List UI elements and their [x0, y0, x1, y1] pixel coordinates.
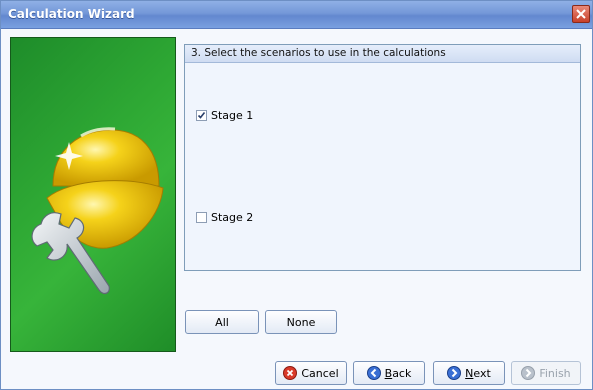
next-button[interactable]: Next	[433, 361, 505, 385]
back-label: Back	[384, 366, 412, 380]
stage-2-label: Stage 2	[211, 211, 254, 224]
blue-left-arrow-icon	[366, 366, 381, 380]
stage-2-checkbox[interactable]	[196, 212, 207, 223]
hard-hat-wrench-icon	[31, 127, 164, 295]
finish-button[interactable]: Finish	[511, 361, 581, 385]
wizard-banner-image	[10, 37, 176, 352]
blue-right-arrow-icon	[447, 366, 462, 380]
gray-right-arrow-icon	[521, 366, 536, 380]
back-button[interactable]: Back	[353, 361, 425, 385]
select-all-label: All	[215, 315, 229, 329]
window-title: Calculation Wizard	[8, 7, 135, 21]
cancel-label: Cancel	[301, 366, 339, 380]
cancel-button[interactable]: Cancel	[275, 361, 347, 385]
panel-header: 3. Select the scenarios to use in the ca…	[185, 45, 580, 63]
wizard-window: Calculation Wizard 3. Select the scenari…	[0, 0, 593, 390]
stage-2-option[interactable]: Stage 2	[196, 211, 253, 224]
red-x-icon	[283, 366, 298, 380]
step-title: 3. Select the scenarios to use in the ca…	[191, 47, 446, 59]
stage-1-checkbox[interactable]	[196, 110, 207, 121]
close-button[interactable]	[572, 5, 590, 23]
finish-label: Finish	[539, 366, 571, 380]
scenario-selection-panel: 3. Select the scenarios to use in the ca…	[184, 44, 581, 271]
checkmark-icon	[197, 112, 206, 119]
title-bar[interactable]: Calculation Wizard	[1, 1, 592, 29]
next-label: Next	[465, 366, 491, 380]
select-none-label: None	[286, 315, 316, 329]
stage-1-option[interactable]: Stage 1	[196, 109, 253, 122]
close-icon	[576, 9, 586, 19]
stage-1-label: Stage 1	[211, 109, 254, 122]
select-none-button[interactable]: None	[265, 310, 337, 334]
select-all-button[interactable]: All	[185, 310, 259, 334]
